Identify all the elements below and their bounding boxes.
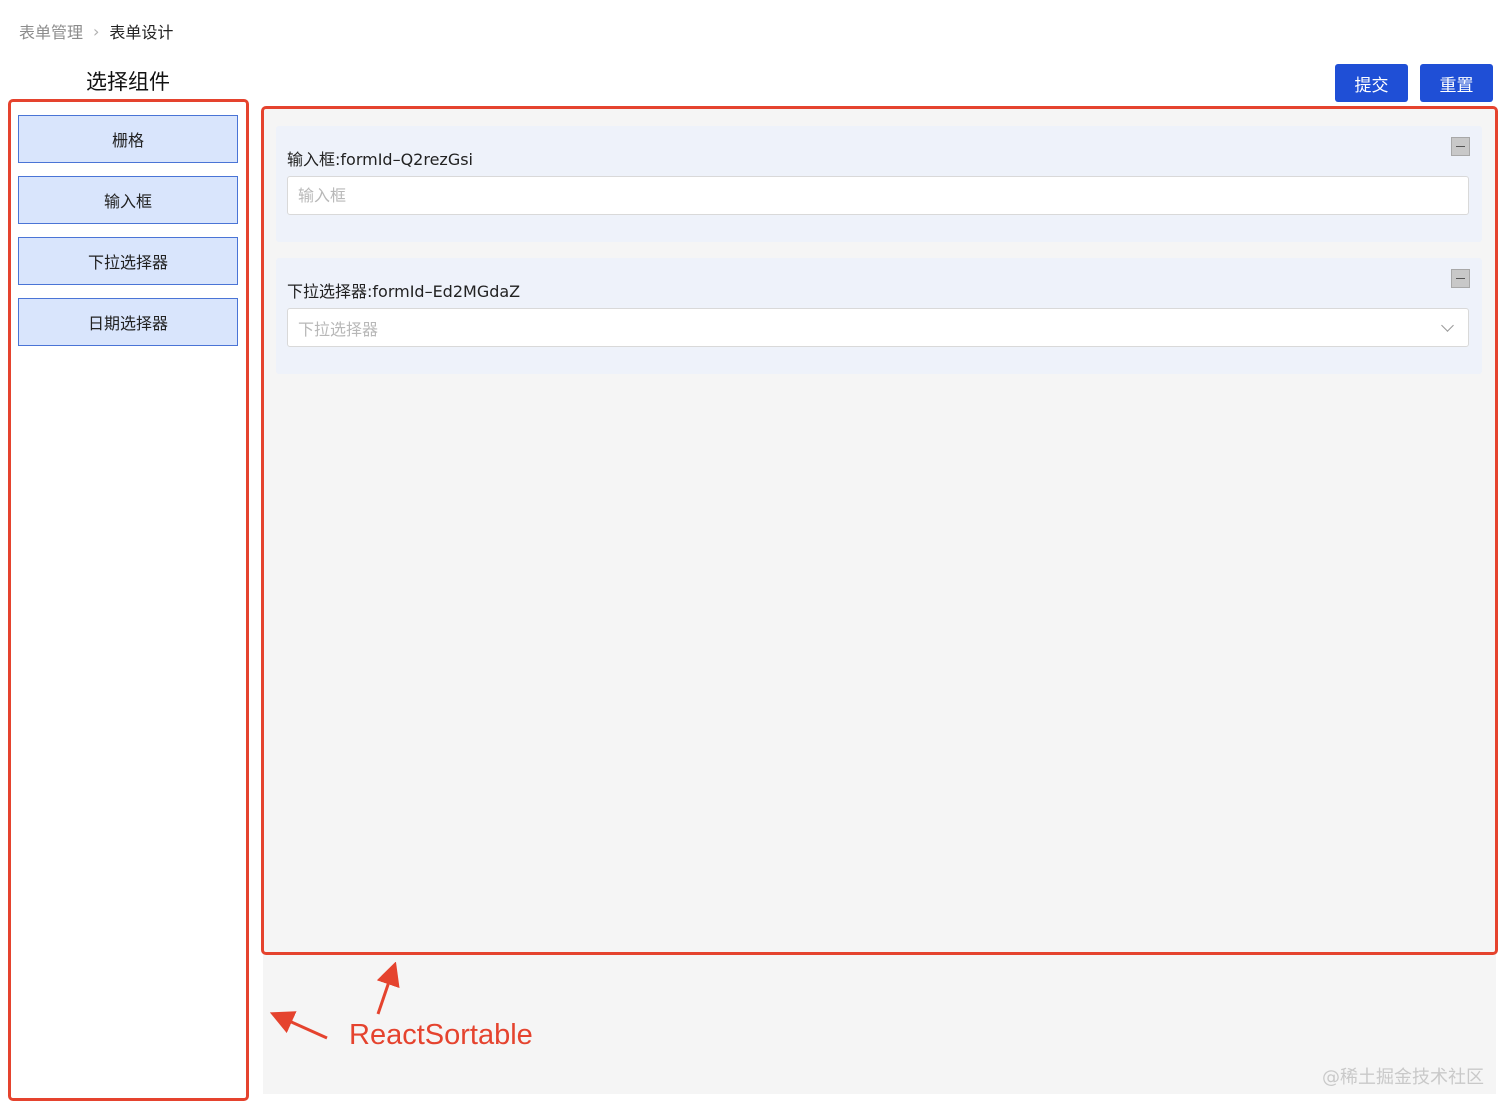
reset-button[interactable]: 重置 xyxy=(1420,64,1493,102)
select-placeholder: 下拉选择器 xyxy=(298,319,379,339)
form-field-card[interactable]: 输入框:formId–Q2rezGsi xyxy=(276,126,1482,242)
component-list: 栅格 输入框 下拉选择器 日期选择器 xyxy=(18,115,238,359)
minus-icon xyxy=(1456,145,1465,148)
component-item-datepicker[interactable]: 日期选择器 xyxy=(18,298,238,346)
breadcrumb: 表单管理 › 表单设计 xyxy=(19,19,173,43)
submit-button[interactable]: 提交 xyxy=(1335,64,1408,102)
minus-icon xyxy=(1456,277,1465,280)
breadcrumb-current: 表单设计 xyxy=(109,23,174,42)
component-panel-title: 选择组件 xyxy=(86,70,170,94)
component-item-grid[interactable]: 栅格 xyxy=(18,115,238,163)
remove-field-button[interactable] xyxy=(1451,269,1470,288)
annotation-label: ReactSortable xyxy=(349,1019,533,1051)
select-field[interactable]: 下拉选择器 xyxy=(287,308,1469,347)
remove-field-button[interactable] xyxy=(1451,137,1470,156)
chevron-right-icon: › xyxy=(93,21,100,41)
annotation-arrow-left xyxy=(269,1011,328,1040)
field-label: 下拉选择器:formId–Ed2MGdaZ xyxy=(287,282,521,301)
form-canvas[interactable] xyxy=(263,108,1496,1094)
breadcrumb-parent[interactable]: 表单管理 xyxy=(19,19,83,43)
component-item-input[interactable]: 输入框 xyxy=(18,176,238,224)
text-input-field[interactable] xyxy=(287,176,1469,215)
annotation-arrow-up xyxy=(376,962,400,1015)
field-label: 输入框:formId–Q2rezGsi xyxy=(287,150,473,169)
form-field-card[interactable]: 下拉选择器:formId–Ed2MGdaZ 下拉选择器 xyxy=(276,258,1482,374)
component-item-select[interactable]: 下拉选择器 xyxy=(18,237,238,285)
chevron-down-icon xyxy=(1441,318,1454,332)
watermark: @稀土掘金技术社区 xyxy=(1322,1067,1484,1088)
